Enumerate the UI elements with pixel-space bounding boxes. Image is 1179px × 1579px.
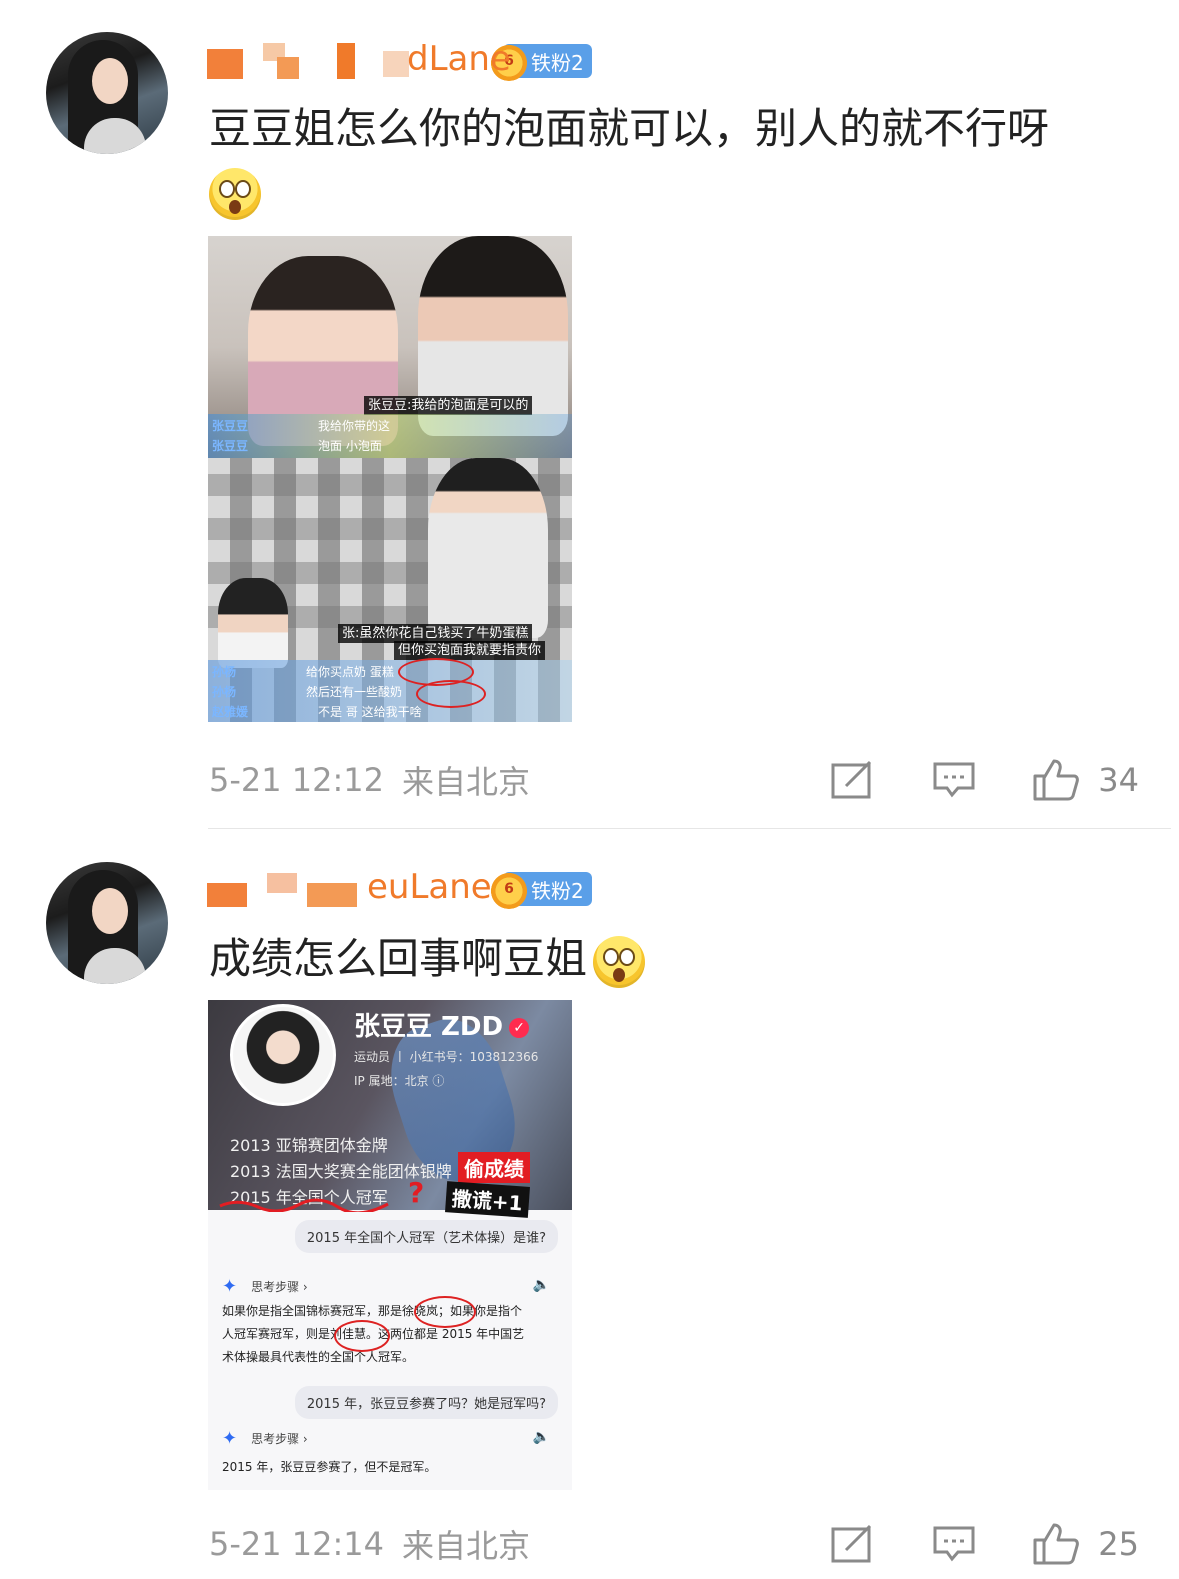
sparkle-icon: ✦: [222, 1428, 238, 1449]
badge-label: 铁粉2: [531, 50, 584, 75]
user-row: euLane 6 铁粉2: [207, 864, 592, 914]
timestamp: 5-21 12:14: [209, 1525, 385, 1563]
video-frame-top: 张豆豆:我给的泡面是可以的 张豆豆 我给你带的这 张豆豆 泡面 小泡面: [208, 236, 572, 458]
red-circle-annotation: [414, 1296, 476, 1328]
fan-level-badge[interactable]: 6 铁粉2: [489, 41, 592, 81]
comment-icon: [933, 762, 975, 798]
profile-screenshot: 张豆豆 ZDD ✓ 运动员 丨 小红书号：103812366 IP 属地：北京 ⓘ…: [208, 1000, 572, 1218]
share-icon: [831, 1524, 872, 1563]
comment-text: 成绩怎么回事啊豆姐: [209, 928, 646, 990]
location: 来自北京: [402, 763, 531, 801]
profile-ip: IP 属地：北京 ⓘ: [354, 1074, 445, 1088]
comment-image[interactable]: 张豆豆:我给的泡面是可以的 张豆豆 我给你带的这 张豆豆 泡面 小泡面 张:虽然你花…: [208, 236, 572, 722]
red-circle-annotation: [334, 1320, 390, 1352]
comment-meta: 5-21 12:12 来自北京 34: [209, 750, 1139, 810]
comment-image[interactable]: 张豆豆 ZDD ✓ 运动员 丨 小红书号：103812366 IP 属地：北京 ⓘ…: [208, 1000, 572, 1490]
annotation-question-mark: ?: [408, 1176, 425, 1209]
danmu-line: 孙杨 然后还有一些酸奶: [212, 685, 403, 699]
share-icon: [831, 760, 872, 799]
profile-name: 张豆豆 ZDD ✓: [354, 1006, 530, 1043]
sparkle-icon: ✦: [222, 1276, 238, 1297]
avatar[interactable]: [46, 862, 168, 984]
comment-text: 豆豆姐怎么你的泡面就可以，别人的就不行呀: [209, 98, 1129, 222]
profile-avatar: [230, 1004, 336, 1106]
ai-think-row: ✦ 思考步骤 ›: [222, 1276, 308, 1297]
username[interactable]: euLane: [207, 867, 497, 909]
like-count: 25: [1098, 1525, 1139, 1563]
comment-button[interactable]: [932, 760, 976, 800]
annotation-tag: 撒谎+1: [445, 1181, 530, 1218]
timestamp: 5-21 12:12: [209, 761, 385, 799]
astonished-emoji-icon: [593, 935, 646, 988]
subtitle: 张豆豆:我给的泡面是可以的: [364, 396, 533, 415]
verified-icon: ✓: [509, 1017, 530, 1038]
share-button[interactable]: [830, 760, 874, 800]
speaker-icon: 🔈: [532, 1429, 550, 1445]
comment-meta: 5-21 12:14 来自北京 25: [209, 1514, 1139, 1574]
user-row: dLane 6 铁粉2: [207, 36, 592, 86]
ai-question-bubble: 2015 年，张豆豆参赛了吗？她是冠军吗?: [294, 1386, 558, 1419]
like-button[interactable]: 25: [1032, 1522, 1139, 1566]
astonished-emoji-icon: [209, 167, 261, 220]
ai-think-row: ✦ 思考步骤 ›: [222, 1428, 308, 1449]
fan-level-badge[interactable]: 6 铁粉2: [489, 869, 592, 909]
subtitle: 但你买泡面我就要指责你: [394, 641, 546, 660]
danmu-line: 孙杨 给你买点奶 蛋糕: [212, 665, 394, 679]
video-frame-bottom: 张:虽然你花自己钱买了牛奶蛋糕 但你买泡面我就要指责你 孙杨 给你买点奶 蛋糕 孙…: [208, 458, 572, 722]
ai-answer: 2015 年，张豆豆参赛了，但不是冠军。: [222, 1460, 437, 1474]
like-count: 34: [1098, 761, 1139, 799]
speaker-icon: 🔈: [532, 1277, 550, 1293]
red-scribble: [219, 1198, 389, 1212]
share-button[interactable]: [830, 1524, 874, 1564]
ai-question-bubble: 2015 年全国个人冠军（艺术体操）是谁?: [294, 1220, 558, 1253]
location: 来自北京: [402, 1527, 531, 1565]
danmu-line: 张豆豆 我给你带的这: [212, 419, 391, 433]
danmu-line: 张豆豆 泡面 小泡面: [212, 439, 382, 453]
comment-icon: [933, 1526, 975, 1562]
username[interactable]: dLane: [207, 39, 511, 81]
like-icon: [1033, 1523, 1080, 1565]
ai-answer: 如果你是指全国锦标赛冠军，那是徐晓岚；如果你是指个 人冠军赛冠军，则是刘佳慧。这…: [222, 1304, 525, 1364]
annotation-tag: 偷成绩: [458, 1152, 530, 1183]
avatar[interactable]: [46, 32, 168, 154]
badge-label: 铁粉2: [531, 878, 584, 903]
like-button[interactable]: 34: [1032, 758, 1139, 802]
like-icon: [1033, 759, 1080, 801]
danmu-line: 赵雅媛 不是 哥 这给我干啥: [212, 705, 422, 719]
comment-button[interactable]: [932, 1524, 976, 1564]
divider: [208, 828, 1171, 829]
achievement-line: 2013 亚锦赛团体金牌: [230, 1136, 388, 1155]
profile-role: 运动员 丨 小红书号：103812366: [354, 1050, 539, 1064]
red-circle-annotation: [416, 680, 486, 708]
